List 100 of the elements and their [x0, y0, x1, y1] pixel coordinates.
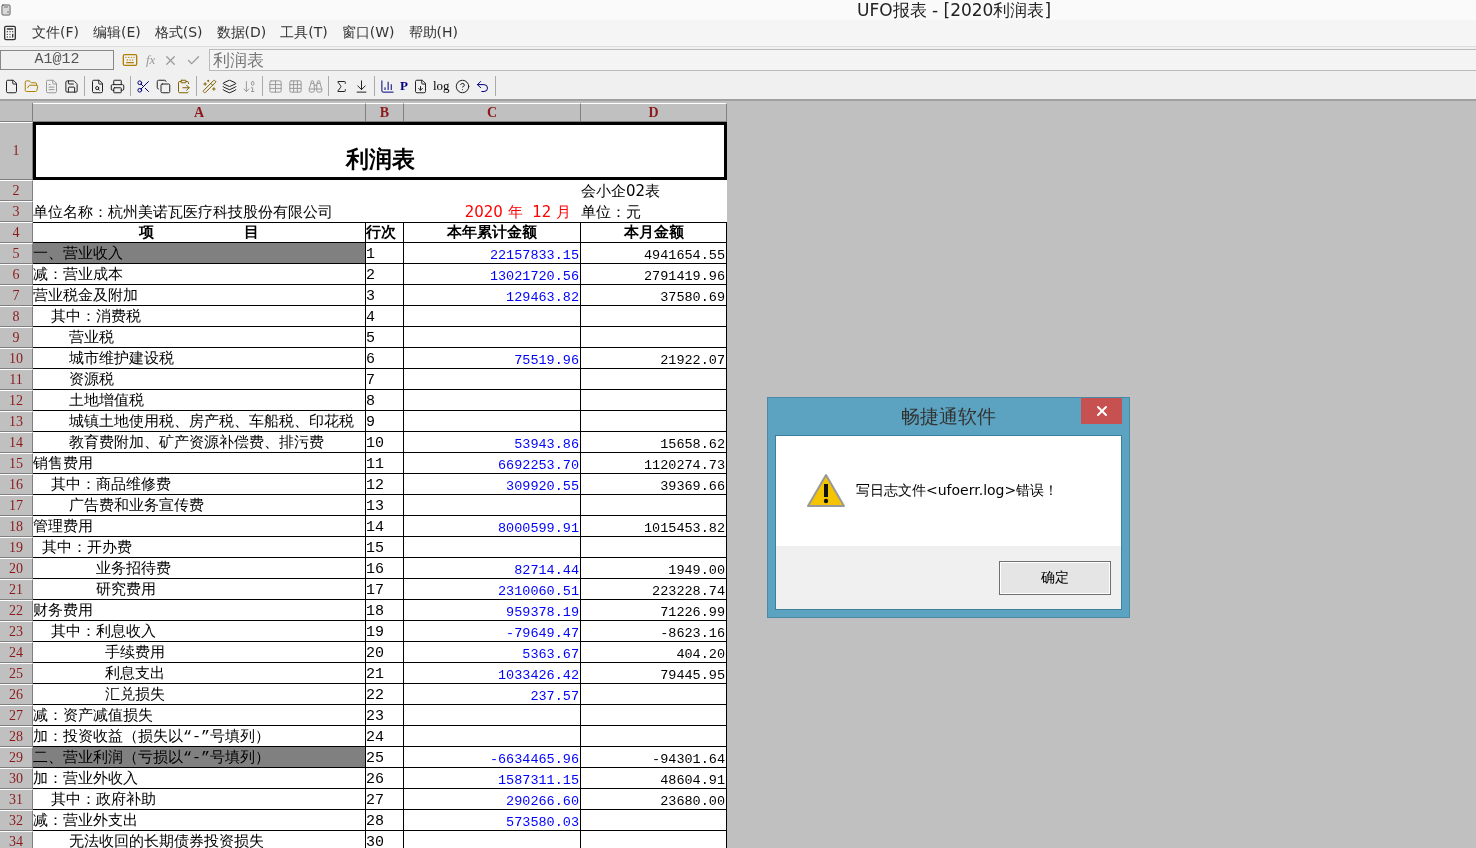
row-header[interactable]: 25 — [0, 663, 33, 684]
line-cell: 18 — [366, 600, 404, 621]
menu-item[interactable]: 数据(D) — [216, 24, 267, 42]
amount-cell: 1120274.73 — [581, 453, 727, 474]
row-header[interactable]: 12 — [0, 390, 33, 411]
row-header[interactable]: 6 — [0, 264, 33, 285]
cut-icon[interactable] — [136, 78, 151, 94]
report-period: 2020 年 12 月 — [404, 201, 581, 222]
layers-icon[interactable] — [222, 78, 237, 94]
amount-cell: 8000599.91 — [404, 516, 581, 537]
row-header[interactable]: 8 — [0, 306, 33, 327]
line-cell: 8 — [366, 390, 404, 411]
row-header[interactable]: 21 — [0, 579, 33, 600]
copy-icon[interactable] — [156, 78, 171, 94]
line-cell: 28 — [366, 810, 404, 831]
row-header[interactable]: 28 — [0, 726, 33, 747]
line-cell: 9 — [366, 411, 404, 432]
new-file-icon[interactable] — [4, 78, 19, 94]
formula-field[interactable]: 利润表 — [209, 49, 1476, 71]
open-folder-icon[interactable] — [24, 78, 39, 94]
row-header[interactable]: 27 — [0, 705, 33, 726]
row-header[interactable]: 29 — [0, 747, 33, 768]
menu-item[interactable]: 窗口(W) — [341, 24, 395, 42]
item-cell: 其中：商品维修费 — [33, 474, 366, 495]
row-header[interactable]: 9 — [0, 327, 33, 348]
row-header[interactable]: 26 — [0, 684, 33, 705]
cell-reference-field[interactable]: A1@12 — [0, 50, 114, 70]
item-cell: 利息支出 — [33, 663, 366, 684]
ok-button[interactable]: 确定 — [999, 560, 1111, 595]
help-icon[interactable] — [454, 78, 470, 94]
line-cell: 30 — [366, 831, 404, 848]
amount-cell: -79649.47 — [404, 621, 581, 642]
item-cell: 城市维护建设税 — [33, 348, 366, 369]
menu-item[interactable]: 工具(T) — [280, 24, 328, 42]
line-cell: 6 — [366, 348, 404, 369]
print-preview-icon[interactable] — [90, 78, 105, 94]
row-header[interactable]: 34 — [0, 831, 33, 848]
column-header[interactable]: D — [581, 103, 727, 122]
corner-cell[interactable] — [0, 103, 33, 122]
line-cell: 19 — [366, 621, 404, 642]
row-header[interactable]: 15 — [0, 453, 33, 474]
undo-icon[interactable] — [474, 78, 490, 94]
amount-cell: 129463.82 — [404, 285, 581, 306]
amount-cell: 5363.67 — [404, 642, 581, 663]
paste-icon[interactable] — [176, 78, 191, 94]
amount-cell: 6692253.70 — [404, 453, 581, 474]
item-cell: 土地增值税 — [33, 390, 366, 411]
line-cell: 13 — [366, 495, 404, 516]
row-header[interactable]: 10 — [0, 348, 33, 369]
row-header[interactable]: 32 — [0, 810, 33, 831]
column-header[interactable]: B — [366, 103, 404, 122]
save-icon[interactable] — [64, 78, 79, 94]
row-header[interactable]: 11 — [0, 369, 33, 390]
row-header[interactable]: 5 — [0, 243, 33, 264]
row-header[interactable]: 16 — [0, 474, 33, 495]
item-cell: 营业税金及附加 — [33, 285, 366, 306]
row-header[interactable]: 31 — [0, 789, 33, 810]
row-header[interactable]: 14 — [0, 432, 33, 453]
row-header[interactable]: 30 — [0, 768, 33, 789]
item-cell: 汇兑损失 — [33, 684, 366, 705]
menu-item[interactable]: 编辑(E) — [93, 24, 141, 42]
row-header[interactable]: 13 — [0, 411, 33, 432]
printer-icon[interactable] — [110, 78, 125, 94]
column-header[interactable]: A — [33, 103, 366, 122]
row-header[interactable]: 7 — [0, 285, 33, 306]
chart-icon[interactable] — [380, 78, 395, 94]
column-heading: 行次 — [366, 222, 404, 243]
row-header[interactable]: 3 — [0, 201, 33, 222]
amount-cell: 15658.62 — [581, 432, 727, 453]
file-icon[interactable] — [412, 78, 428, 94]
item-cell: 二、营业利润（亏损以“-”号填列） — [33, 747, 366, 768]
menu-item[interactable]: 格式(S) — [154, 24, 203, 42]
amount-cell: 22157833.15 — [404, 243, 581, 264]
toolbar-button[interactable]: P — [400, 77, 408, 95]
row-header[interactable]: 19 — [0, 537, 33, 558]
row-header[interactable]: 20 — [0, 558, 33, 579]
row-header[interactable]: 4 — [0, 222, 33, 243]
line-cell: 27 — [366, 789, 404, 810]
row-header[interactable]: 17 — [0, 495, 33, 516]
row-header[interactable]: 2 — [0, 180, 33, 201]
line-cell: 10 — [366, 432, 404, 453]
close-button[interactable] — [1081, 398, 1122, 424]
keyboard-icon[interactable] — [122, 52, 138, 68]
column-header[interactable]: C — [404, 103, 581, 122]
menu-item[interactable]: 文件(F) — [32, 24, 79, 42]
wand-icon[interactable] — [202, 78, 217, 94]
row-header[interactable]: 1 — [0, 122, 33, 180]
row-header[interactable]: 18 — [0, 516, 33, 537]
row-header[interactable]: 24 — [0, 642, 33, 663]
toolbar-button[interactable]: log — [432, 77, 450, 95]
sum-icon[interactable] — [334, 78, 349, 94]
line-cell: 20 — [366, 642, 404, 663]
line-cell: 22 — [366, 684, 404, 705]
line-cell: 17 — [366, 579, 404, 600]
menu-item[interactable]: 帮助(H) — [408, 24, 458, 42]
row-header[interactable]: 22 — [0, 600, 33, 621]
row-header[interactable]: 23 — [0, 621, 33, 642]
function-button[interactable]: fx — [146, 52, 156, 68]
item-cell: 业务招待费 — [33, 558, 366, 579]
line-cell: 11 — [366, 453, 404, 474]
